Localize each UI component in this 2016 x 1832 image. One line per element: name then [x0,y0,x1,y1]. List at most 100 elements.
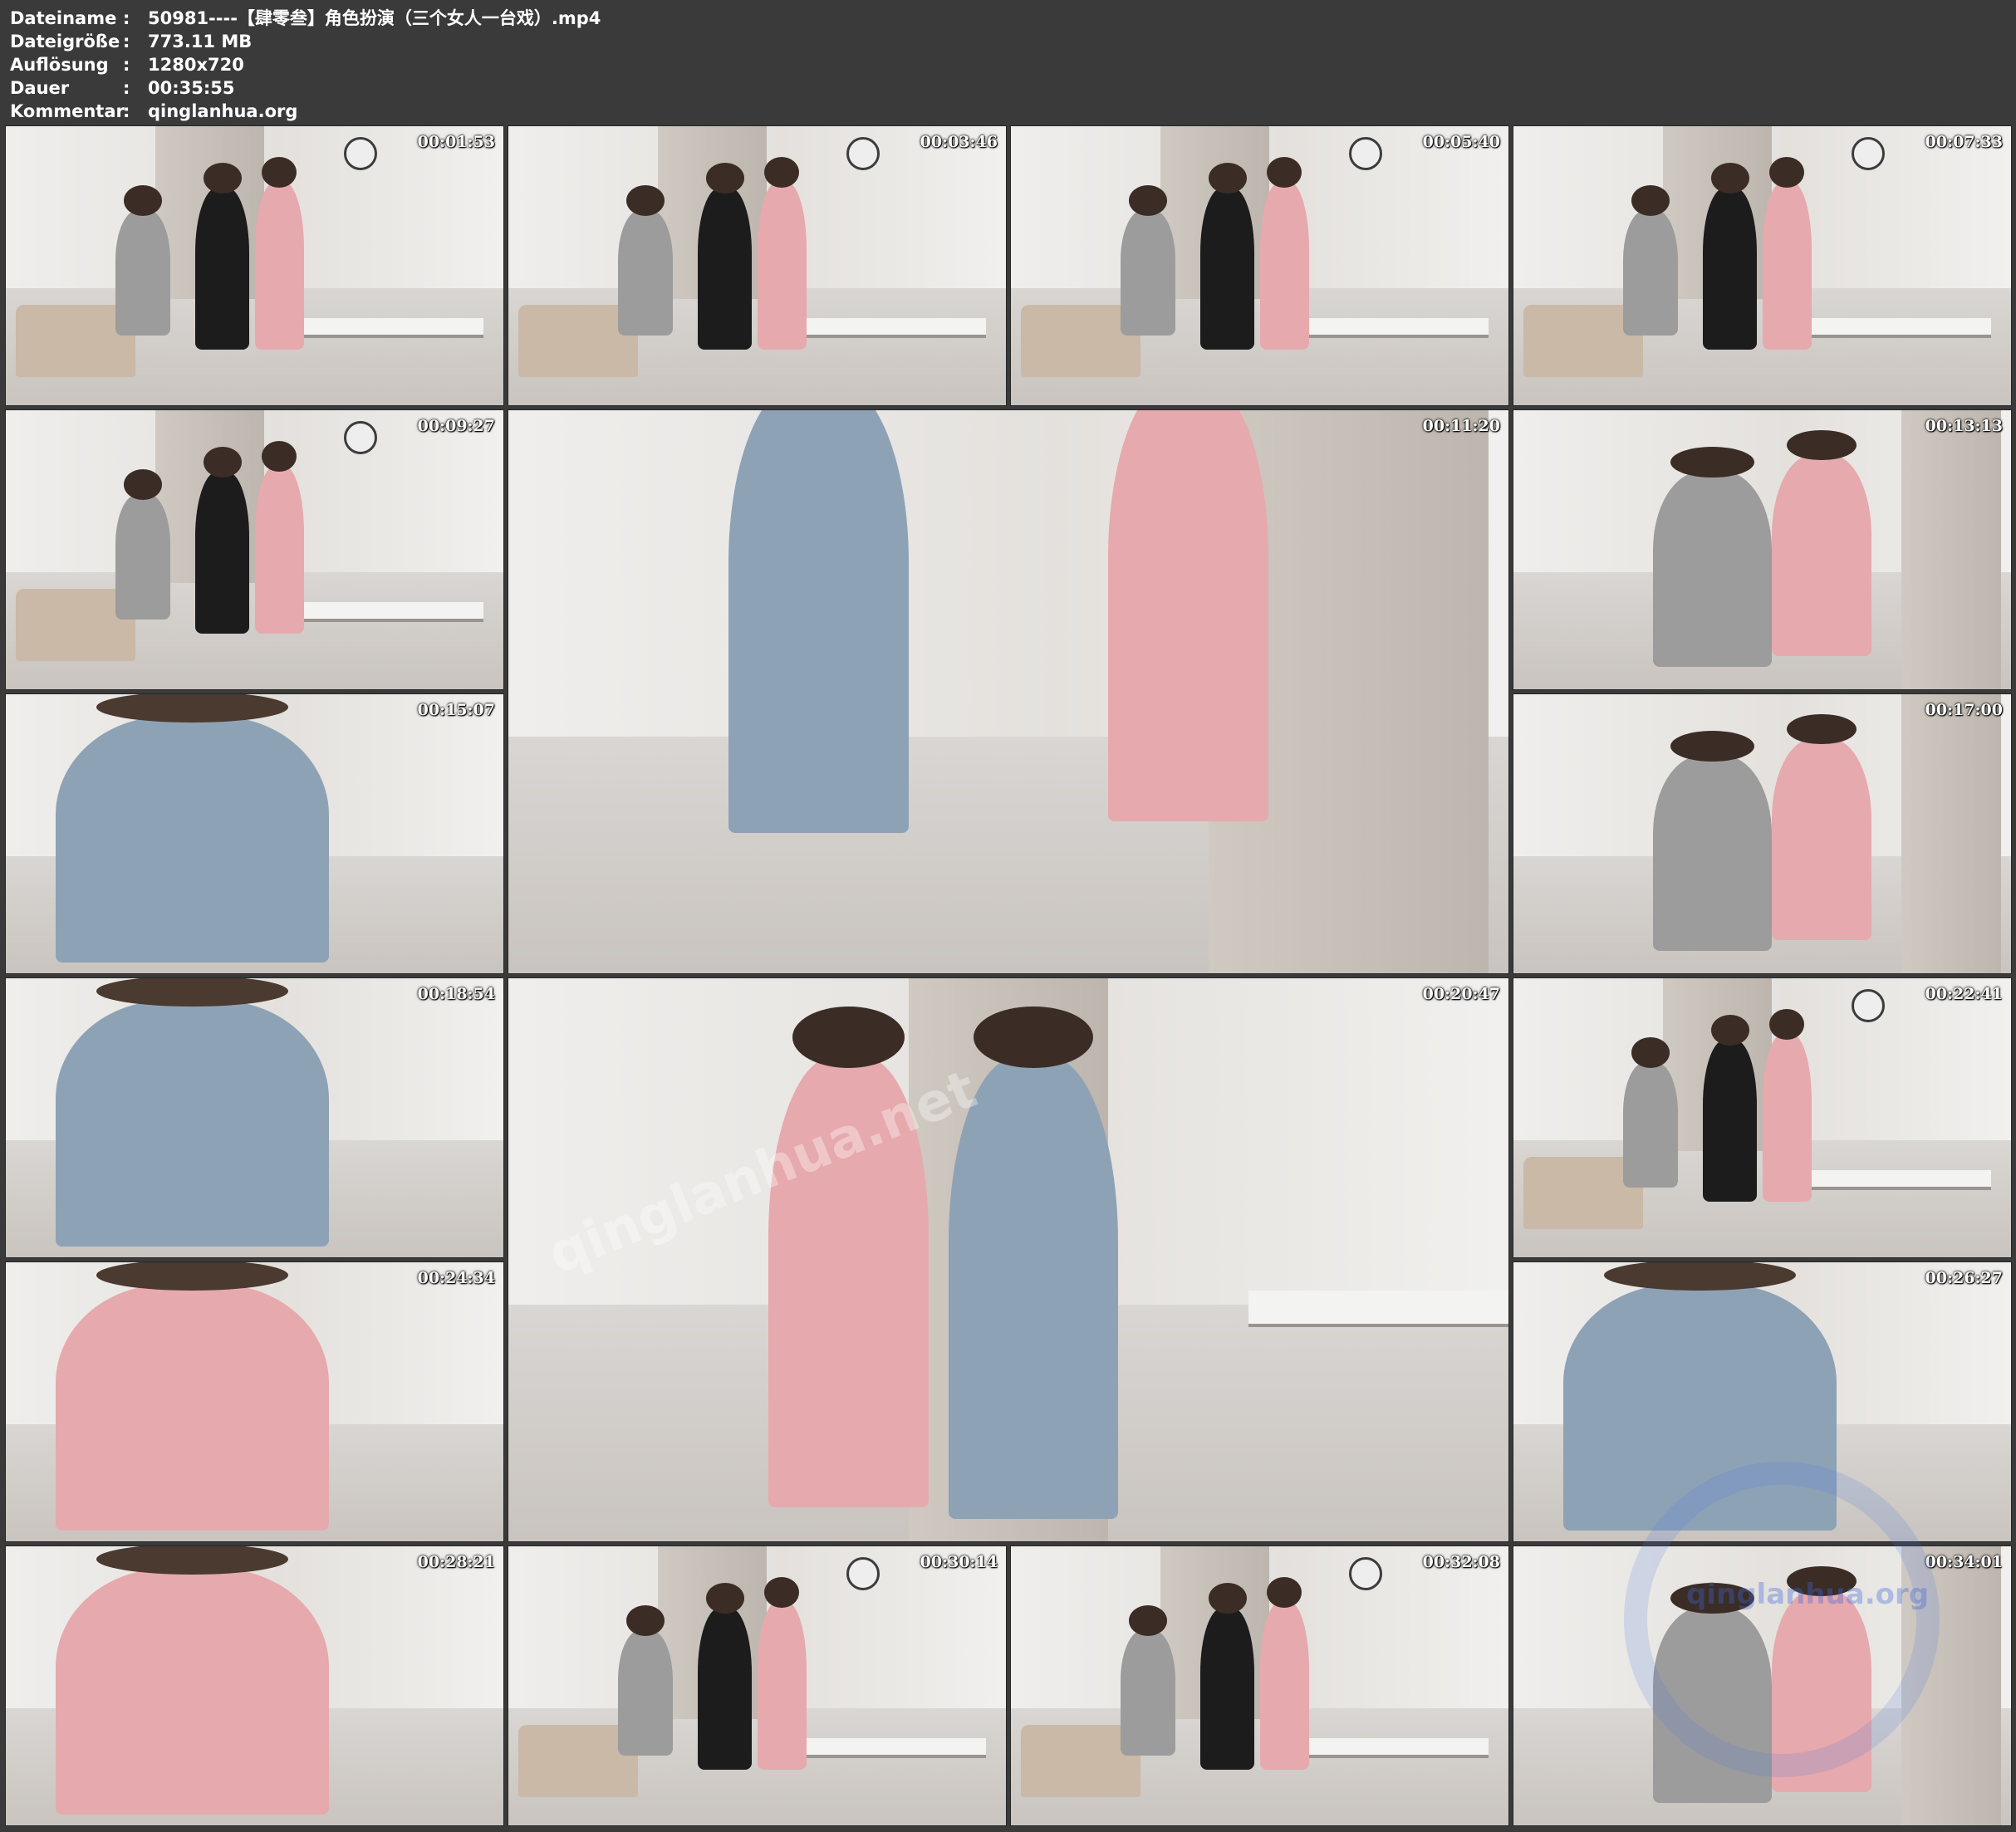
info-separator: : [123,8,130,28]
video-thumbnail[interactable]: 00:03:46 [508,125,1007,406]
info-value-resolution: 1280x720 [148,55,244,75]
info-row-filesize: Dateigröße : 773.11 MB [10,30,601,53]
dining-table [1792,1170,1992,1191]
info-separator: : [123,101,130,121]
person-figure [1762,1034,1812,1202]
info-value-filename: 50981----【肆零叁】角色扮演（三个女人一台戏）.mp4 [148,8,601,28]
person-figure [1702,187,1758,350]
info-value-duration: 00:35:55 [148,78,235,98]
thumbnail-timestamp: 00:18:54 [417,985,495,1003]
video-thumbnail[interactable]: 00:24:34 [5,1261,504,1542]
info-label-filename: Dateiname [10,8,117,28]
person-figure [254,466,305,634]
info-row-duration: Dauer : 00:35:55 [10,76,601,100]
person-head [1631,184,1670,216]
video-thumbnail[interactable]: 00:30:14 [508,1545,1007,1826]
person-figure [1772,738,1872,940]
person-figure [1199,187,1255,350]
video-thumbnail[interactable]: 00:07:33 [1513,125,2012,406]
person-figure [697,187,753,350]
info-label-comment: Kommentar [10,101,125,121]
video-thumbnail[interactable]: 00:20:47 [508,977,1509,1542]
video-thumbnail[interactable]: 00:11:20 [508,409,1509,974]
info-value-comment: qinglanhua.org [148,101,298,121]
thumbnail-timestamp: 00:17:00 [1925,701,2003,719]
person-head [262,440,297,472]
thumbnail-timestamp: 00:09:27 [417,417,495,435]
info-separator: : [123,55,130,75]
person-head [1769,156,1805,188]
person-head [625,1604,665,1636]
info-label-filesize: Dateigröße [10,32,120,51]
person-head [203,446,242,478]
thumbnail-timestamp: 00:03:46 [920,133,998,151]
person-head [96,1262,288,1291]
dining-table [1248,1290,1508,1328]
person-figure [1259,182,1310,350]
thumbnail-timestamp: 00:20:47 [1422,985,1500,1003]
thumbnail-timestamp: 00:34:01 [1925,1553,2003,1571]
person-head [1631,1036,1670,1068]
person-head [96,978,288,1007]
person-head [1208,162,1247,193]
person-figure [55,716,330,963]
person-figure [1622,209,1678,336]
info-separator: : [123,32,130,51]
video-thumbnail[interactable]: 00:22:41 [1513,977,2012,1258]
person-figure [55,1568,330,1815]
person-head [1267,1576,1302,1608]
doorway [1901,410,2002,689]
dining-table [787,318,987,339]
person-head [262,156,297,188]
dining-table [284,602,484,623]
person-figure [55,1000,330,1247]
person-head [1267,156,1302,188]
person-figure [1108,410,1269,821]
person-figure [1120,209,1175,336]
thumbnail-timestamp: 00:32:08 [1422,1553,1500,1571]
info-separator: : [123,78,130,98]
thumbnail-timestamp: 00:01:53 [417,133,495,151]
dining-table [1792,318,1992,339]
thumbnail-timestamp: 00:30:14 [920,1553,998,1571]
person-head [96,694,288,723]
person-figure [115,493,170,620]
person-figure [1259,1602,1310,1770]
video-thumbnail[interactable]: 00:15:07 [5,693,504,974]
thumbnail-timestamp: 00:22:41 [1925,985,2003,1003]
person-head [123,184,162,216]
person-figure [1199,1607,1255,1770]
dining-table [1289,1738,1489,1759]
person-figure [1622,1061,1678,1188]
person-head [764,1576,800,1608]
video-thumbnail[interactable]: 00:13:13 [1513,409,2012,690]
person-head [1128,1604,1167,1636]
person-figure [194,187,250,350]
video-thumbnail[interactable]: 00:17:00 [1513,693,2012,974]
person-figure [1652,755,1773,952]
person-head [1604,1262,1796,1291]
video-thumbnail[interactable]: 00:01:53 [5,125,504,406]
person-figure [617,1629,673,1756]
person-figure [948,1056,1119,1519]
corner-watermark-logo [1624,1462,1940,1777]
thumbnail-timestamp: 00:15:07 [417,701,495,719]
video-thumbnail[interactable]: 00:32:08 [1010,1545,1509,1826]
person-head [1670,730,1754,762]
person-figure [254,182,305,350]
thumbnail-timestamp: 00:11:20 [1422,417,1500,435]
person-figure [1702,1039,1758,1202]
video-thumbnail[interactable]: 00:18:54 [5,977,504,1258]
info-row-comment: Kommentar : qinglanhua.org [10,100,601,123]
person-head [1710,1014,1749,1046]
dining-table [284,318,484,339]
person-head [96,1546,288,1575]
corner-watermark-text: qinglanhua.org [1686,1578,1930,1611]
dining-table [1289,318,1489,339]
video-thumbnail[interactable]: 00:09:27 [5,409,504,690]
info-value-filesize: 773.11 MB [148,32,253,51]
video-thumbnail[interactable]: 00:28:21 [5,1545,504,1826]
person-figure [115,209,170,336]
video-thumbnail[interactable]: 00:05:40 [1010,125,1509,406]
thumbnail-timestamp: 00:13:13 [1925,417,2003,435]
